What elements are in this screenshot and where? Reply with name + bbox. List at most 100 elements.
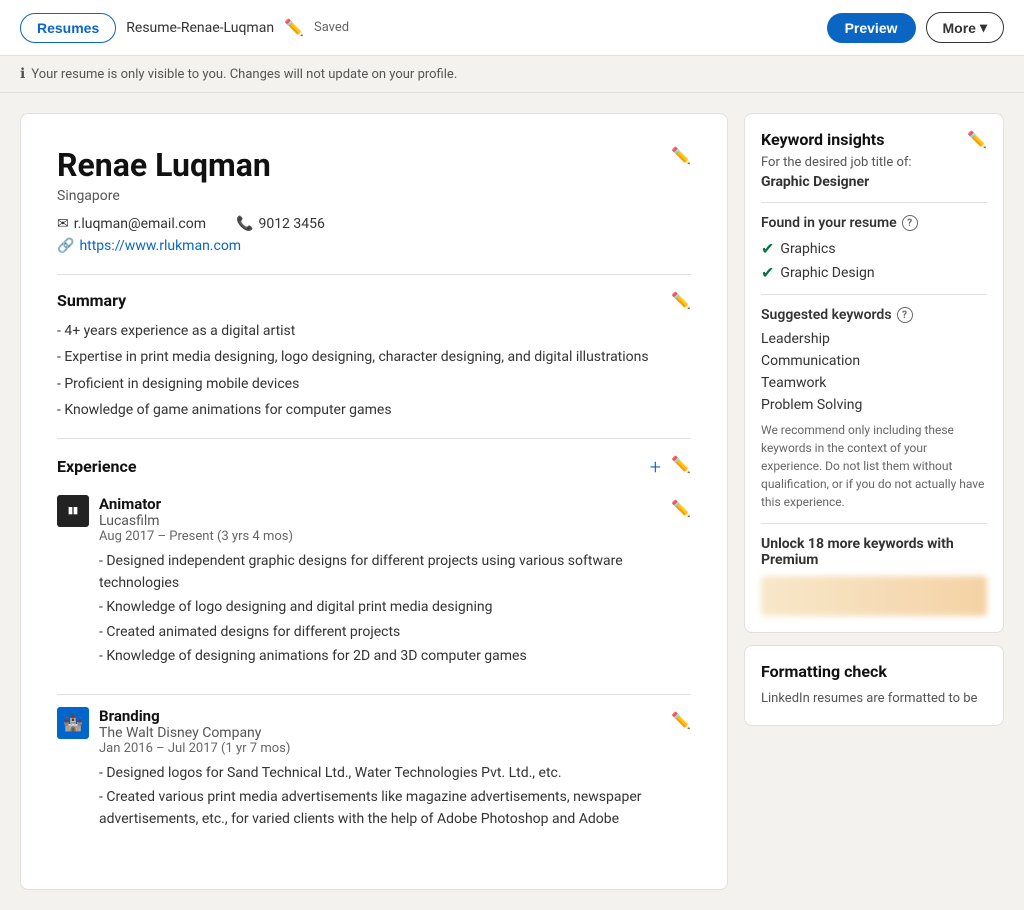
keyword-divider-2 (761, 294, 987, 295)
chevron-down-icon: ▾ (980, 19, 987, 36)
info-bar-message: Your resume is only visible to you. Chan… (31, 67, 457, 82)
job1-company: Lucasfilm (99, 513, 661, 529)
resume-header: Renae Luqman ✏️ Singapore ✉ r.luqman@ema… (57, 146, 691, 254)
keyword-insights-header: Keyword insights ✏️ (761, 130, 987, 155)
edit-job2-icon[interactable]: ✏️ (671, 711, 691, 730)
edit-filename-icon[interactable]: ✏️ (284, 18, 304, 37)
keyword-found-label-1: Graphics (780, 241, 835, 257)
lucasfilm-logo-text: ▮▮ (68, 506, 78, 516)
website-url: https://www.rlukman.com (79, 238, 241, 254)
unlock-title: Unlock 18 more keywords with Premium (761, 536, 987, 568)
summary-line-1: - 4+ years experience as a digital artis… (57, 320, 691, 342)
resume-contact: ✉ r.luqman@email.com 📞 9012 3456 (57, 216, 691, 232)
suggested-keyword-1: Leadership (761, 331, 987, 347)
saved-badge: Saved (314, 20, 349, 35)
job2-content: Branding The Walt Disney Company Jan 201… (99, 707, 661, 833)
found-label-text: Found in your resume (761, 215, 897, 231)
job1-content: Animator Lucasfilm Aug 2017 – Present (3… (99, 495, 661, 670)
resume-panel: Renae Luqman ✏️ Singapore ✉ r.luqman@ema… (20, 113, 728, 890)
lucasfilm-logo: ▮▮ (57, 495, 89, 527)
keyword-insights-title: Keyword insights (761, 130, 884, 149)
job1-desc-1: - Designed independent graphic designs f… (99, 550, 661, 595)
check-icon-1: ✔ (761, 239, 774, 258)
suggested-keywords-section: Suggested keywords ? Leadership Communic… (761, 307, 987, 511)
job1-desc-3: - Created animated designs for different… (99, 621, 661, 643)
header-right: Preview More ▾ (827, 12, 1004, 43)
suggested-keyword-3: Teamwork (761, 375, 987, 391)
found-keywords-label: Found in your resume ? (761, 215, 987, 231)
keyword-found-label-2: Graphic Design (780, 265, 874, 281)
job2-company: The Walt Disney Company (99, 725, 661, 741)
formatting-check-card: Formatting check LinkedIn resumes are fo… (744, 645, 1004, 726)
experience-title: Experience (57, 457, 136, 476)
job2-title: Branding (99, 707, 661, 725)
edit-name-icon[interactable]: ✏️ (671, 146, 691, 165)
more-label: More (943, 20, 976, 36)
suggested-label-text: Suggested keywords (761, 307, 892, 323)
keyword-found-1: ✔ Graphics (761, 239, 987, 258)
job1-dates: Aug 2017 – Present (3 yrs 4 mos) (99, 529, 661, 544)
job2-desc-2: - Created various print media advertisem… (99, 786, 661, 831)
formatting-check-desc: LinkedIn resumes are formatted to be (761, 689, 987, 709)
website-link[interactable]: 🔗 https://www.rlukman.com (57, 238, 691, 254)
disney-logo-icon: 🏰 (63, 713, 83, 732)
header: Resumes Resume-Renae-Luqman ✏️ Saved Pre… (0, 0, 1024, 56)
email-value: r.luqman@email.com (74, 216, 206, 232)
job1-description: - Designed independent graphic designs f… (99, 550, 661, 668)
summary-line-3: - Proficient in designing mobile devices (57, 373, 691, 395)
experience-item-1: ▮▮ Animator Lucasfilm Aug 2017 – Present… (57, 495, 691, 670)
summary-content: - 4+ years experience as a digital artis… (57, 320, 691, 422)
phone-icon: 📞 (236, 216, 253, 232)
summary-section: Summary ✏️ - 4+ years experience as a di… (57, 274, 691, 422)
right-panel: Keyword insights ✏️ For the desired job … (744, 113, 1004, 890)
email-item: ✉ r.luqman@email.com (57, 216, 206, 232)
suggested-keywords-label: Suggested keywords ? (761, 307, 987, 323)
phone-item: 📞 9012 3456 (236, 216, 325, 232)
experience-item-2: 🏰 Branding The Walt Disney Company Jan 2… (57, 707, 691, 833)
job1-desc-2: - Knowledge of logo designing and digita… (99, 596, 661, 618)
summary-header: Summary ✏️ (57, 274, 691, 310)
resume-filename: Resume-Renae-Luqman (126, 20, 274, 36)
found-info-icon[interactable]: ? (902, 215, 918, 231)
keyword-job-title: Graphic Designer (761, 174, 987, 190)
formatting-check-title: Formatting check (761, 662, 987, 681)
job1-desc-4: - Knowledge of designing animations for … (99, 645, 661, 667)
experience-divider (57, 694, 691, 695)
found-keywords-section: Found in your resume ? ✔ Graphics ✔ Grap… (761, 215, 987, 282)
link-icon: 🔗 (57, 238, 74, 254)
experience-section: Experience + ✏️ ▮▮ Animator Lucasfilm Au… (57, 438, 691, 833)
disney-logo: 🏰 (57, 707, 89, 739)
edit-keyword-icon[interactable]: ✏️ (967, 130, 987, 149)
info-bar: ℹ Your resume is only visible to you. Ch… (0, 56, 1024, 93)
edit-experience-icon[interactable]: ✏️ (671, 455, 691, 479)
experience-header: Experience + ✏️ (57, 438, 691, 479)
unlock-section: Unlock 18 more keywords with Premium (761, 523, 987, 616)
keyword-found-2: ✔ Graphic Design (761, 263, 987, 282)
keyword-divider-1 (761, 202, 987, 203)
suggested-info-icon[interactable]: ? (897, 307, 913, 323)
suggested-keyword-4: Problem Solving (761, 397, 987, 413)
phone-value: 9012 3456 (258, 216, 324, 232)
job2-dates: Jan 2016 – Jul 2017 (1 yr 7 mos) (99, 741, 661, 756)
info-icon: ℹ (20, 66, 25, 82)
edit-job1-icon[interactable]: ✏️ (671, 499, 691, 518)
resume-location: Singapore (57, 188, 691, 204)
summary-line-4: - Knowledge of game animations for compu… (57, 399, 691, 421)
keyword-insights-card: Keyword insights ✏️ For the desired job … (744, 113, 1004, 633)
job2-description: - Designed logos for Sand Technical Ltd.… (99, 762, 661, 831)
resumes-button[interactable]: Resumes (20, 13, 116, 43)
edit-summary-icon[interactable]: ✏️ (671, 291, 691, 310)
job1-title: Animator (99, 495, 661, 513)
more-button[interactable]: More ▾ (926, 12, 1004, 43)
mail-icon: ✉ (57, 216, 69, 232)
preview-button[interactable]: Preview (827, 13, 916, 43)
keyword-subtitle: For the desired job title of: (761, 155, 987, 170)
check-icon-2: ✔ (761, 263, 774, 282)
resume-full-name: Renae Luqman (57, 146, 271, 184)
unlock-blur-preview (761, 576, 987, 616)
add-experience-icon[interactable]: + (650, 455, 661, 479)
job2-desc-1: - Designed logos for Sand Technical Ltd.… (99, 762, 661, 784)
summary-line-2: - Expertise in print media designing, lo… (57, 346, 691, 368)
main-layout: Renae Luqman ✏️ Singapore ✉ r.luqman@ema… (0, 93, 1024, 910)
header-left: Resumes Resume-Renae-Luqman ✏️ Saved (20, 13, 815, 43)
